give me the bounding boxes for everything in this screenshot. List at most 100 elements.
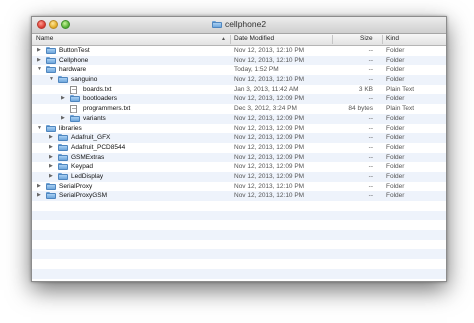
list-item[interactable]: ▶ Adafruit_PCD8544 Nov 12, 2013, 12:09 PM -… [32,143,446,153]
list-item[interactable]: programmers.txt Dec 3, 2012, 3:24 PM 84 by… [32,104,446,114]
list-item[interactable]: ▶ bootloaders Nov 12, 2013, 12:09 PM -- Fold… [32,94,446,105]
disclosure-collapsed-icon[interactable]: ▶ [37,56,41,66]
item-date: Nov 12, 2013, 12:09 PM [234,153,305,161]
column-header: Name ▲ Date Modified Size Kind [32,34,446,46]
list-item[interactable]: ▶ SerialProxyGSM Nov 12, 2013, 12:10 PM -- F… [32,191,446,201]
column-header-name[interactable]: Name [36,35,53,42]
empty-row [32,220,446,230]
item-kind: Folder [386,163,405,171]
item-name: SerialProxy [59,182,93,190]
empty-row [32,249,446,260]
item-name: Adafruit_PCD8544 [71,143,126,151]
item-size: 3 KB [358,85,373,93]
item-date: Nov 12, 2013, 12:09 PM [234,95,305,103]
item-size: -- [368,182,373,190]
item-date: Nov 12, 2013, 12:10 PM [234,182,305,190]
item-size: -- [368,143,373,151]
empty-row [32,268,446,279]
item-kind: Folder [386,182,405,190]
disclosure-collapsed-icon[interactable]: ▶ [49,153,53,163]
item-size: -- [368,134,373,142]
disclosure-collapsed-icon[interactable]: ▶ [37,191,41,201]
item-name: ButtonTest [59,47,90,54]
text-file-icon [70,105,77,114]
item-name: sanguino [71,76,98,84]
folder-icon [58,143,68,151]
item-size: -- [368,66,373,74]
text-file-icon [70,85,77,94]
folder-icon [46,182,56,190]
column-divider[interactable] [382,35,383,44]
list-item[interactable]: ▼ hardware Today, 1:52 PM -- Folder [32,65,446,75]
item-date: Nov 12, 2013, 12:10 PM [234,47,305,54]
item-date: Today, 1:52 PM [234,66,279,74]
item-name: variants [83,114,106,122]
column-header-kind[interactable]: Kind [386,35,399,42]
folder-icon [58,172,68,180]
item-kind: Folder [386,95,405,103]
item-name: boards.txt [83,85,112,93]
folder-icon [58,76,68,84]
folder-icon [46,47,56,54]
column-divider[interactable] [230,35,231,44]
list-item[interactable]: ▶ Keypad Nov 12, 2013, 12:09 PM -- Folder [32,162,446,172]
item-name: LedDisplay [71,172,104,180]
disclosure-expanded-icon[interactable]: ▼ [37,65,42,75]
folder-icon [46,124,56,132]
disclosure-collapsed-icon[interactable]: ▶ [61,114,65,124]
item-name: SerialProxyGSM [59,192,108,200]
column-header-date[interactable]: Date Modified [234,35,274,42]
disclosure-collapsed-icon[interactable]: ▶ [61,94,65,104]
list-item[interactable]: ▶ GSMExtras Nov 12, 2013, 12:09 PM -- Folder [32,152,446,163]
item-name: programmers.txt [83,105,131,113]
empty-row [32,230,446,240]
item-name: hardware [59,66,87,74]
list-item[interactable]: boards.txt Jan 3, 2013, 11:42 AM 3 KB Plain… [32,85,446,95]
disclosure-expanded-icon[interactable]: ▼ [37,124,42,134]
item-date: Nov 12, 2013, 12:10 PM [234,56,305,64]
column-header-size[interactable]: Size [360,35,373,42]
item-kind: Folder [386,47,405,54]
item-kind: Folder [386,134,405,142]
folder-icon [58,153,68,161]
item-kind: Folder [386,66,405,74]
list-item[interactable]: ▶ Adafruit_GFX Nov 12, 2013, 12:09 PM -- Fol… [32,133,446,143]
disclosure-collapsed-icon[interactable]: ▶ [49,143,53,153]
item-date: Nov 12, 2013, 12:09 PM [234,134,305,142]
column-divider[interactable] [332,35,333,44]
disclosure-collapsed-icon[interactable]: ▶ [49,133,53,143]
list-item[interactable]: ▶ LedDisplay Nov 12, 2013, 12:09 PM -- Folde… [32,171,446,182]
item-size: -- [368,163,373,171]
item-date: Jan 3, 2013, 11:42 AM [234,85,299,93]
title-bar[interactable]: cellphone2 [32,17,446,34]
list-item[interactable]: ▶ Cellphone Nov 12, 2013, 12:10 PM -- Folder [32,55,446,66]
item-kind: Plain Text [386,85,415,93]
empty-row [32,259,446,269]
item-date: Nov 12, 2013, 12:09 PM [234,143,305,151]
item-kind: Folder [386,143,405,151]
item-kind: Folder [386,56,405,64]
disclosure-collapsed-icon[interactable]: ▶ [49,172,53,182]
empty-row [32,210,446,221]
item-date: Nov 12, 2013, 12:10 PM [234,76,305,84]
disclosure-collapsed-icon[interactable]: ▶ [37,182,41,192]
folder-icon [70,95,80,103]
item-date: Nov 12, 2013, 12:09 PM [234,163,305,171]
item-date: Nov 12, 2013, 12:09 PM [234,124,305,132]
folder-icon [46,56,56,64]
list-item[interactable]: ▶ variants Nov 12, 2013, 12:09 PM -- Folder [32,113,446,124]
item-size: -- [368,76,373,84]
item-date: Nov 12, 2013, 12:10 PM [234,192,305,200]
disclosure-collapsed-icon[interactable]: ▶ [37,46,41,56]
disclosure-expanded-icon[interactable]: ▼ [49,75,54,85]
list-item[interactable]: ▶ ButtonTest Nov 12, 2013, 12:10 PM -- Folde… [32,46,446,56]
file-list: ▶ ButtonTest Nov 12, 2013, 12:10 PM -- Folde… [32,46,446,279]
list-item[interactable]: ▼ libraries Nov 12, 2013, 12:09 PM -- Folder [32,124,446,134]
list-item[interactable]: ▼ sanguino Nov 12, 2013, 12:10 PM -- Folder [32,75,446,85]
empty-row [32,240,446,250]
folder-icon [58,163,68,171]
disclosure-collapsed-icon[interactable]: ▶ [49,162,53,172]
list-item[interactable]: ▶ SerialProxy Nov 12, 2013, 12:10 PM -- Fold… [32,182,446,192]
item-name: Adafruit_GFX [71,134,111,142]
folder-icon [70,114,80,122]
